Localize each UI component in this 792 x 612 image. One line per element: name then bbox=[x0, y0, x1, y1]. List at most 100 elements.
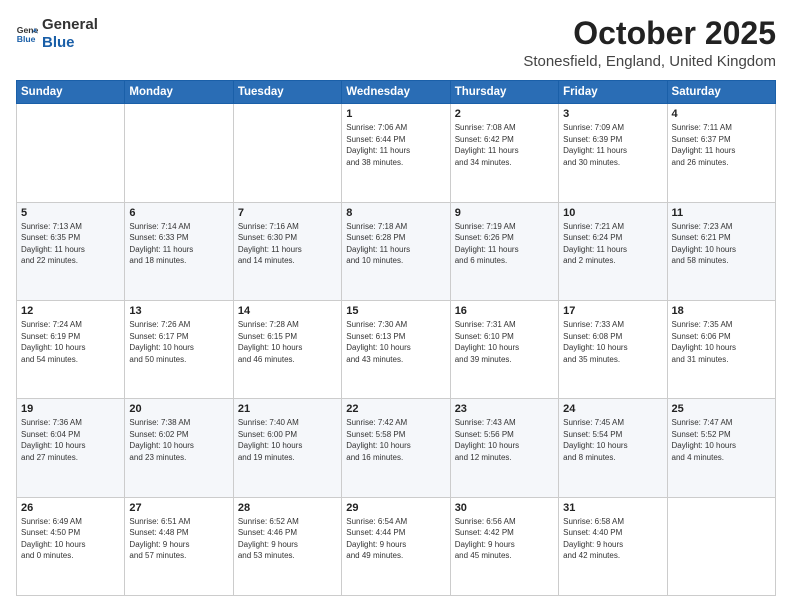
day-number: 10 bbox=[563, 207, 662, 219]
day-number: 21 bbox=[238, 403, 337, 415]
calendar-cell: 30 Sunrise: 6:56 AM Sunset: 4:42 PM Dayli… bbox=[450, 497, 558, 595]
day-info: Sunrise: 7:11 AM Sunset: 6:37 PM Dayligh… bbox=[672, 122, 771, 168]
calendar-cell: 29Sunrise: 6:54 AM Sunset: 4:44 PM Dayli… bbox=[342, 497, 450, 595]
calendar-day-header: Monday bbox=[125, 81, 233, 104]
day-number: 28 bbox=[238, 502, 337, 514]
calendar-table: SundayMondayTuesdayWednesdayThursdayFrid… bbox=[16, 80, 776, 596]
day-number: 19 bbox=[21, 403, 120, 415]
day-info: Sunrise: 7:16 AM Sunset: 6:30 PM Dayligh… bbox=[238, 221, 337, 267]
day-number: 27 bbox=[129, 502, 228, 514]
day-info: Sunrise: 7:28 AM Sunset: 6:15 PM Dayligh… bbox=[238, 319, 337, 365]
calendar-header-row: SundayMondayTuesdayWednesdayThursdayFrid… bbox=[17, 81, 776, 104]
day-number: 8 bbox=[346, 207, 445, 219]
day-number: 14 bbox=[238, 305, 337, 317]
page: General Blue General Blue October 2025 S… bbox=[0, 0, 792, 612]
calendar-cell: 9 Sunrise: 7:19 AM Sunset: 6:26 PM Daylig… bbox=[450, 202, 558, 300]
calendar-cell bbox=[17, 104, 125, 202]
calendar-cell: 17 Sunrise: 7:33 AM Sunset: 6:08 PM Dayli… bbox=[559, 300, 667, 398]
calendar-week-row: 12 Sunrise: 7:24 AM Sunset: 6:19 PM Dayli… bbox=[17, 300, 776, 398]
day-number: 7 bbox=[238, 207, 337, 219]
logo-general: General bbox=[42, 16, 98, 34]
day-number: 16 bbox=[455, 305, 554, 317]
calendar-cell: 31 Sunrise: 6:58 AM Sunset: 4:40 PM Dayli… bbox=[559, 497, 667, 595]
day-info: Sunrise: 7:38 AM Sunset: 6:02 PM Dayligh… bbox=[129, 417, 228, 463]
day-info: Sunrise: 7:40 AM Sunset: 6:00 PM Dayligh… bbox=[238, 417, 337, 463]
day-number: 2 bbox=[455, 108, 554, 120]
day-number: 23 bbox=[455, 403, 554, 415]
day-info: Sunrise: 7:06 AM Sunset: 6:44 PM Dayligh… bbox=[346, 122, 445, 168]
day-info: Sunrise: 7:13 AM Sunset: 6:35 PM Dayligh… bbox=[21, 221, 120, 267]
calendar-cell: 7 Sunrise: 7:16 AM Sunset: 6:30 PM Daylig… bbox=[233, 202, 341, 300]
day-info: Sunrise: 7:35 AM Sunset: 6:06 PM Dayligh… bbox=[672, 319, 771, 365]
day-info: Sunrise: 6:52 AM Sunset: 4:46 PM Dayligh… bbox=[238, 516, 337, 562]
day-info: Sunrise: 6:51 AM Sunset: 4:48 PM Dayligh… bbox=[129, 516, 228, 562]
calendar-cell: 10 Sunrise: 7:21 AM Sunset: 6:24 PM Dayli… bbox=[559, 202, 667, 300]
calendar-cell bbox=[233, 104, 341, 202]
day-number: 13 bbox=[129, 305, 228, 317]
day-number: 3 bbox=[563, 108, 662, 120]
day-info: Sunrise: 7:36 AM Sunset: 6:04 PM Dayligh… bbox=[21, 417, 120, 463]
calendar-cell: 4 Sunrise: 7:11 AM Sunset: 6:37 PM Daylig… bbox=[667, 104, 775, 202]
day-info: Sunrise: 7:45 AM Sunset: 5:54 PM Dayligh… bbox=[563, 417, 662, 463]
calendar-cell: 13 Sunrise: 7:26 AM Sunset: 6:17 PM Dayli… bbox=[125, 300, 233, 398]
main-title: October 2025 bbox=[523, 16, 776, 51]
day-number: 1 bbox=[346, 108, 445, 120]
day-number: 20 bbox=[129, 403, 228, 415]
calendar-cell: 20 Sunrise: 7:38 AM Sunset: 6:02 PM Dayli… bbox=[125, 399, 233, 497]
day-info: Sunrise: 7:09 AM Sunset: 6:39 PM Dayligh… bbox=[563, 122, 662, 168]
day-info: Sunrise: 7:24 AM Sunset: 6:19 PM Dayligh… bbox=[21, 319, 120, 365]
day-number: 30 bbox=[455, 502, 554, 514]
calendar-day-header: Tuesday bbox=[233, 81, 341, 104]
subtitle: Stonesfield, England, United Kingdom bbox=[523, 53, 776, 70]
day-info: Sunrise: 6:54 AM Sunset: 4:44 PM Dayligh… bbox=[346, 516, 445, 562]
day-info: Sunrise: 7:33 AM Sunset: 6:08 PM Dayligh… bbox=[563, 319, 662, 365]
calendar-cell: 6Sunrise: 7:14 AM Sunset: 6:33 PM Daylig… bbox=[125, 202, 233, 300]
day-number: 15 bbox=[346, 305, 445, 317]
day-number: 11 bbox=[672, 207, 771, 219]
day-info: Sunrise: 7:42 AM Sunset: 5:58 PM Dayligh… bbox=[346, 417, 445, 463]
calendar-cell: 28 Sunrise: 6:52 AM Sunset: 4:46 PM Dayli… bbox=[233, 497, 341, 595]
calendar-cell: 11Sunrise: 7:23 AM Sunset: 6:21 PM Dayli… bbox=[667, 202, 775, 300]
day-info: Sunrise: 6:56 AM Sunset: 4:42 PM Dayligh… bbox=[455, 516, 554, 562]
calendar-cell: 12 Sunrise: 7:24 AM Sunset: 6:19 PM Dayli… bbox=[17, 300, 125, 398]
day-number: 31 bbox=[563, 502, 662, 514]
calendar-cell: 2 Sunrise: 7:08 AM Sunset: 6:42 PM Daylig… bbox=[450, 104, 558, 202]
calendar-week-row: 19 Sunrise: 7:36 AM Sunset: 6:04 PM Dayli… bbox=[17, 399, 776, 497]
calendar-cell: 1 Sunrise: 7:06 AM Sunset: 6:44 PM Daylig… bbox=[342, 104, 450, 202]
calendar-cell: 18 Sunrise: 7:35 AM Sunset: 6:06 PM Dayli… bbox=[667, 300, 775, 398]
calendar-cell: 5Sunrise: 7:13 AM Sunset: 6:35 PM Daylig… bbox=[17, 202, 125, 300]
day-number: 4 bbox=[672, 108, 771, 120]
day-number: 22 bbox=[346, 403, 445, 415]
logo-blue: Blue bbox=[42, 34, 98, 52]
day-info: Sunrise: 7:26 AM Sunset: 6:17 PM Dayligh… bbox=[129, 319, 228, 365]
svg-text:Blue: Blue bbox=[17, 34, 36, 44]
logo-icon: General Blue bbox=[16, 23, 38, 45]
calendar-cell: 23 Sunrise: 7:43 AM Sunset: 5:56 PM Dayli… bbox=[450, 399, 558, 497]
calendar-cell: 27 Sunrise: 6:51 AM Sunset: 4:48 PM Dayli… bbox=[125, 497, 233, 595]
day-number: 6 bbox=[129, 207, 228, 219]
day-number: 25 bbox=[672, 403, 771, 415]
day-number: 18 bbox=[672, 305, 771, 317]
day-info: Sunrise: 6:58 AM Sunset: 4:40 PM Dayligh… bbox=[563, 516, 662, 562]
logo: General Blue General Blue bbox=[16, 16, 98, 52]
calendar-week-row: 5Sunrise: 7:13 AM Sunset: 6:35 PM Daylig… bbox=[17, 202, 776, 300]
calendar-week-row: 1 Sunrise: 7:06 AM Sunset: 6:44 PM Daylig… bbox=[17, 104, 776, 202]
day-info: Sunrise: 7:19 AM Sunset: 6:26 PM Dayligh… bbox=[455, 221, 554, 267]
calendar-day-header: Saturday bbox=[667, 81, 775, 104]
day-number: 26 bbox=[21, 502, 120, 514]
calendar-cell: 3 Sunrise: 7:09 AM Sunset: 6:39 PM Daylig… bbox=[559, 104, 667, 202]
day-info: Sunrise: 7:30 AM Sunset: 6:13 PM Dayligh… bbox=[346, 319, 445, 365]
day-info: Sunrise: 7:43 AM Sunset: 5:56 PM Dayligh… bbox=[455, 417, 554, 463]
day-number: 17 bbox=[563, 305, 662, 317]
header: General Blue General Blue October 2025 S… bbox=[16, 16, 776, 70]
day-number: 12 bbox=[21, 305, 120, 317]
day-info: Sunrise: 7:08 AM Sunset: 6:42 PM Dayligh… bbox=[455, 122, 554, 168]
calendar-cell: 24Sunrise: 7:45 AM Sunset: 5:54 PM Dayli… bbox=[559, 399, 667, 497]
day-info: Sunrise: 7:21 AM Sunset: 6:24 PM Dayligh… bbox=[563, 221, 662, 267]
calendar-day-header: Wednesday bbox=[342, 81, 450, 104]
day-number: 9 bbox=[455, 207, 554, 219]
calendar-cell bbox=[667, 497, 775, 595]
calendar-cell: 22 Sunrise: 7:42 AM Sunset: 5:58 PM Dayli… bbox=[342, 399, 450, 497]
calendar-cell: 25Sunrise: 7:47 AM Sunset: 5:52 PM Dayli… bbox=[667, 399, 775, 497]
calendar-cell: 14 Sunrise: 7:28 AM Sunset: 6:15 PM Dayli… bbox=[233, 300, 341, 398]
